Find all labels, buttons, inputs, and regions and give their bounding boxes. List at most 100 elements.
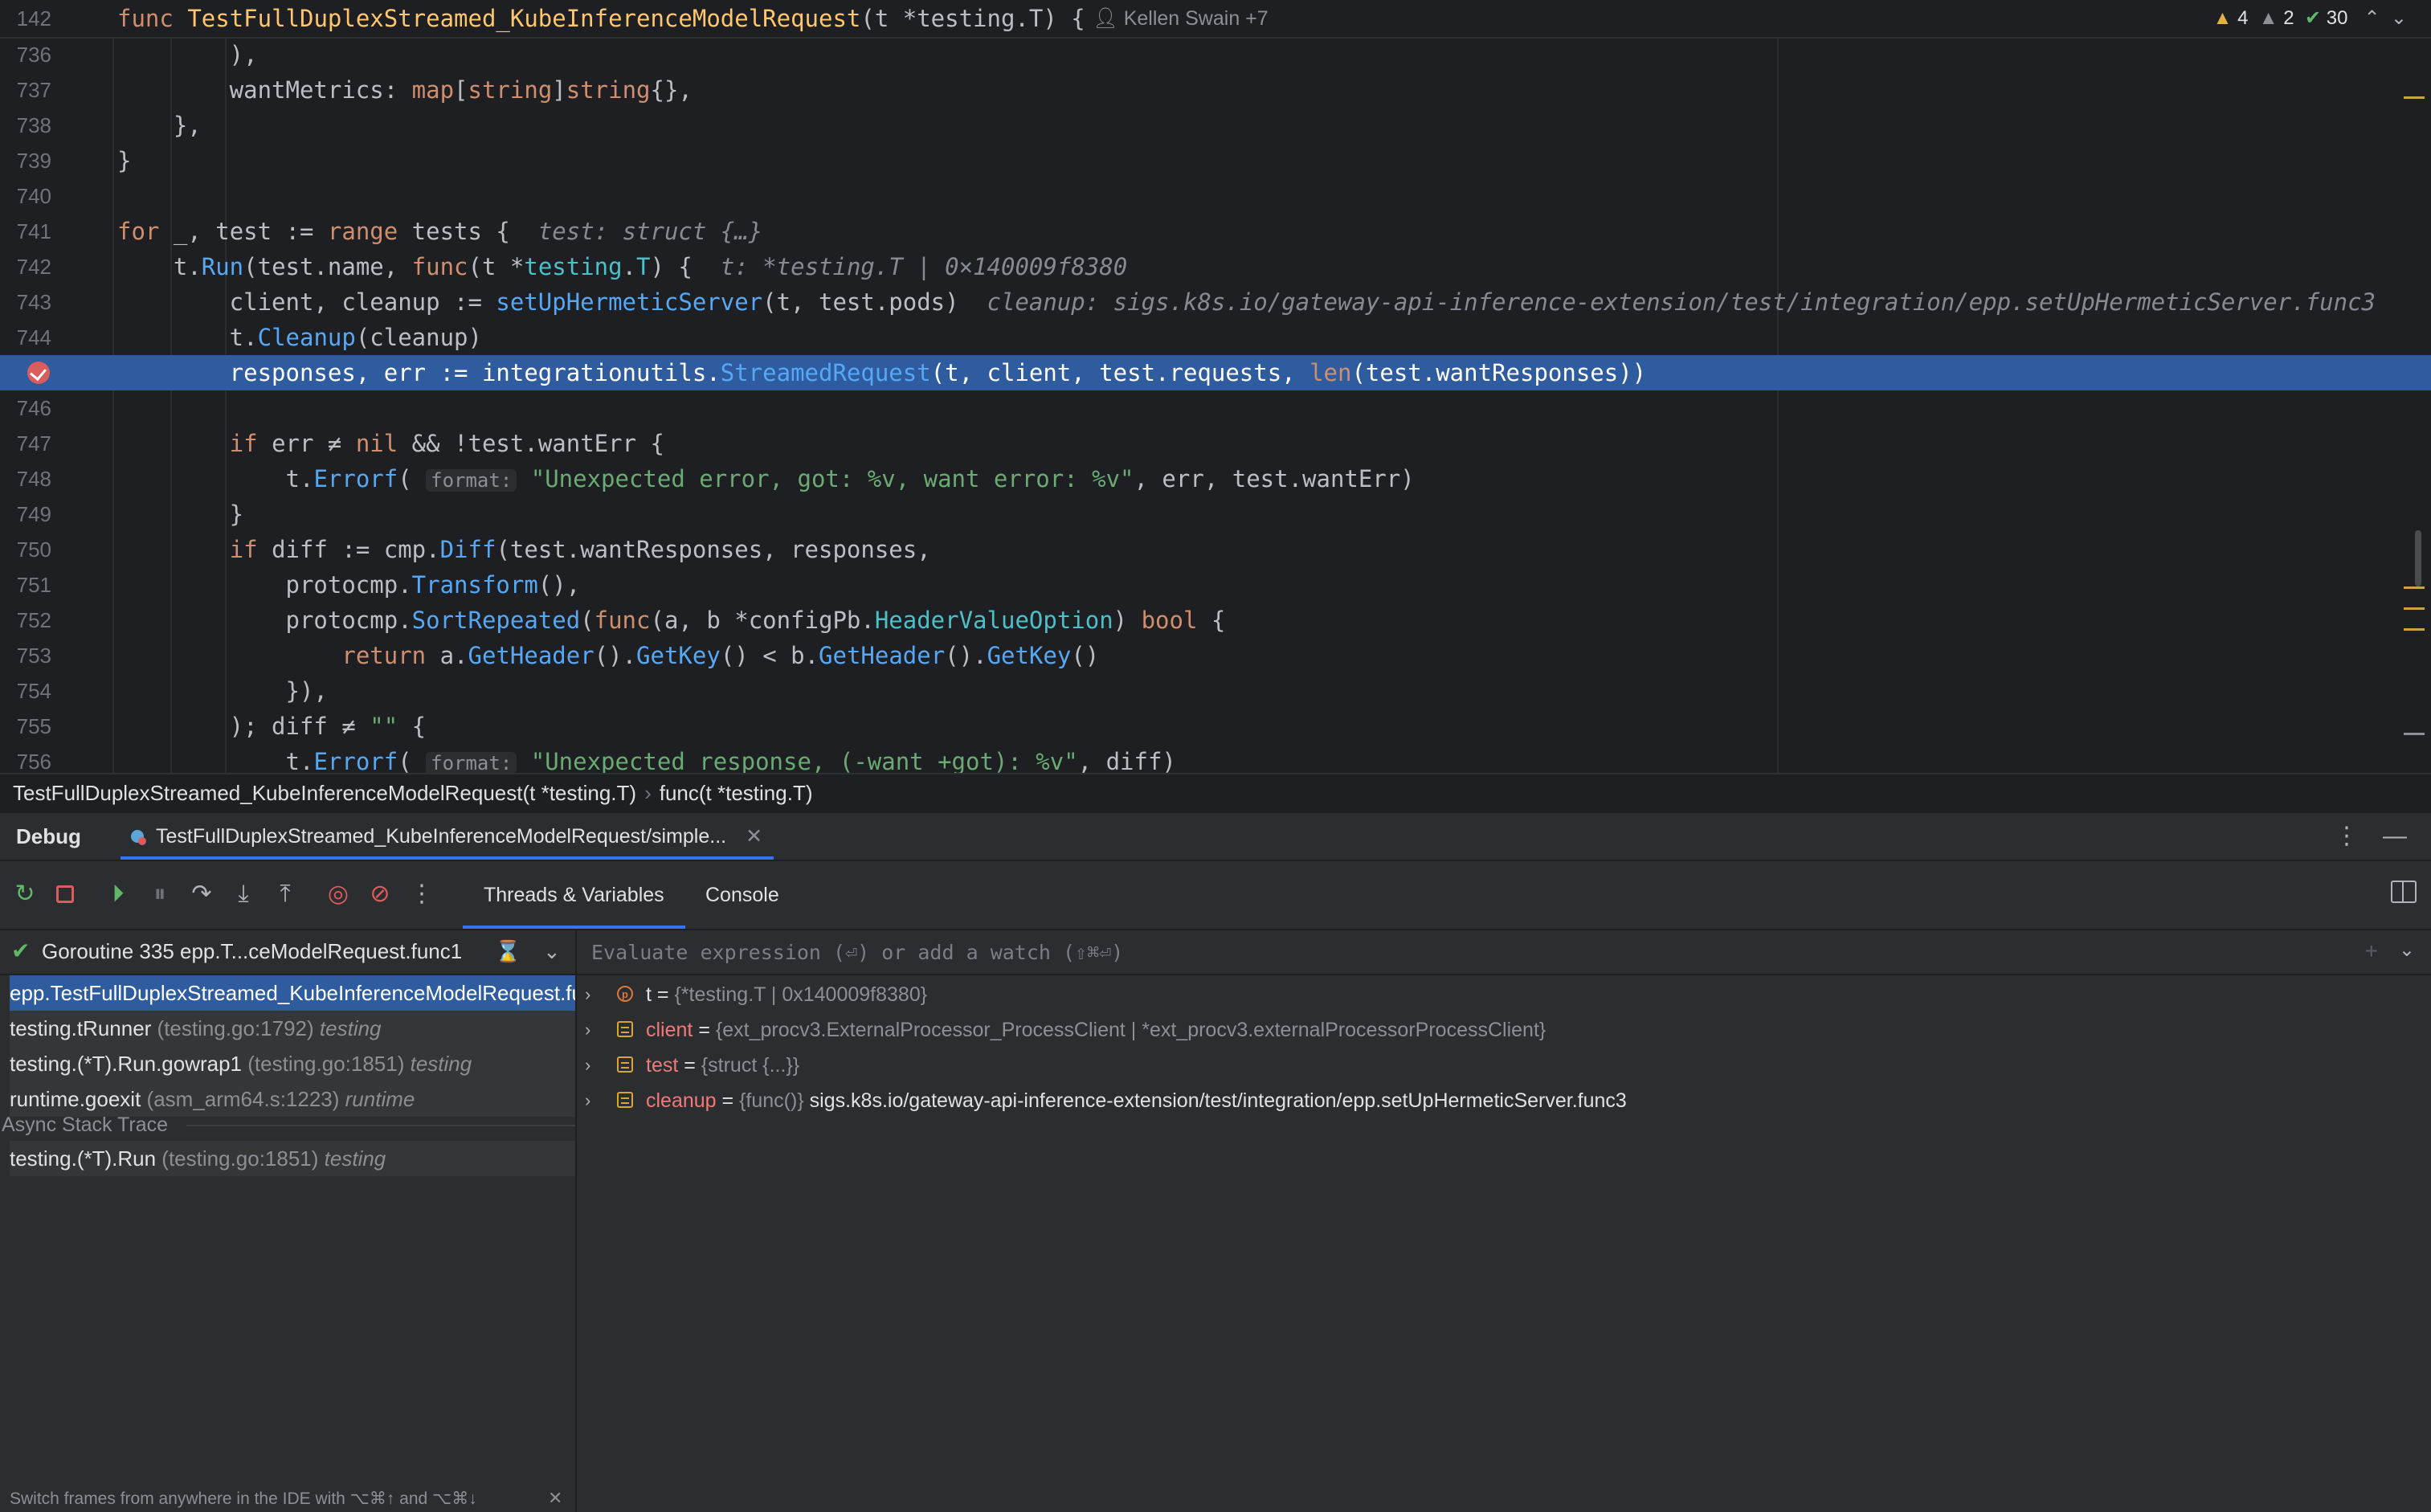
code-text[interactable]: protocmp.Transform(), <box>117 567 581 603</box>
code-line[interactable]: 749 } <box>0 497 2431 532</box>
line-number[interactable]: 747 <box>0 426 51 461</box>
code-editor[interactable]: 142 func TestFullDuplexStreamed_KubeInfe… <box>0 0 2431 773</box>
scroll-marker[interactable] <box>2404 586 2425 589</box>
tab-threads-variables[interactable]: Threads & Variables <box>463 861 685 929</box>
code-text[interactable]: for _, test := range tests { test: struc… <box>117 214 762 249</box>
line-number[interactable]: 749 <box>0 497 51 532</box>
breakpoint-icon[interactable] <box>27 362 50 384</box>
variable-row[interactable]: › test = {struct {...}} <box>577 1048 2431 1083</box>
line-number[interactable]: 746 <box>0 390 51 426</box>
code-line[interactable]: 737 wantMetrics: map[string]string{}, <box>0 72 2431 108</box>
line-number[interactable]: 738 <box>0 108 51 143</box>
code-lines[interactable]: 736 ), 737 wantMetrics: map[string]string… <box>0 37 2431 773</box>
stack-frame[interactable]: testing.(*T).Run (testing.go:1851) testi… <box>10 1141 575 1176</box>
add-watch-icon[interactable]: + <box>2365 938 2378 964</box>
code-line[interactable]: 742 t.Run(test.name, func(t *testing.T) … <box>0 249 2431 284</box>
more-actions-icon[interactable]: ⋮ <box>408 881 435 908</box>
code-text[interactable]: ), <box>117 37 258 72</box>
line-number[interactable]: 743 <box>0 284 51 320</box>
code-text[interactable]: t.Errorf( format: "Unexpected response, … <box>117 744 1176 773</box>
minimize-icon[interactable]: — <box>2383 813 2407 860</box>
variable-row[interactable]: › client = {ext_procv3.ExternalProcessor_… <box>577 1012 2431 1048</box>
code-line-current[interactable]: responses, err := integrationutils.Strea… <box>0 355 2431 390</box>
line-number[interactable]: 739 <box>0 143 51 178</box>
code-line[interactable]: 743 client, cleanup := setUpHermeticServ… <box>0 284 2431 320</box>
scroll-marker[interactable] <box>2404 607 2425 610</box>
line-number[interactable]: 756 <box>0 744 51 773</box>
code-text[interactable]: ); diff ≠ "" { <box>117 709 426 744</box>
code-text[interactable]: wantMetrics: map[string]string{}, <box>117 72 693 108</box>
scroll-marker[interactable] <box>2404 96 2425 99</box>
code-text[interactable]: } <box>117 143 131 178</box>
line-number[interactable]: 754 <box>0 673 51 709</box>
chevron-down-icon[interactable]: ⌄ <box>2399 938 2415 962</box>
step-out-icon[interactable]: ⤒ <box>272 881 299 908</box>
stack-frame[interactable]: testing.tRunner (testing.go:1792) testin… <box>10 1011 575 1046</box>
goroutine-selector[interactable]: ✔ Goroutine 335 epp.T...ceModelRequest.f… <box>0 929 575 975</box>
scroll-marker[interactable] <box>2404 733 2425 735</box>
chevron-right-icon[interactable]: › <box>585 1048 590 1083</box>
code-text[interactable]: t.Cleanup(cleanup) <box>117 320 482 355</box>
variable-row[interactable]: › cleanup = {func()} sigs.k8s.io/gateway-… <box>577 1083 2431 1118</box>
view-breakpoints-icon[interactable]: ◎ <box>325 881 352 908</box>
code-text[interactable]: }, <box>117 108 202 143</box>
line-number[interactable]: 742 <box>0 249 51 284</box>
stack-frame[interactable]: testing.(*T).Run.gowrap1 (testing.go:185… <box>10 1046 575 1081</box>
code-text[interactable]: client, cleanup := setUpHermeticServer(t… <box>117 284 2376 320</box>
code-text[interactable]: return a.GetHeader().GetKey() < b.GetHea… <box>117 638 1099 673</box>
line-number[interactable]: 748 <box>0 461 51 497</box>
evaluate-expression-input[interactable] <box>590 935 2280 969</box>
code-text[interactable]: } <box>117 497 243 532</box>
code-text[interactable]: protocmp.SortRepeated(func(a, b *configP… <box>117 603 1226 638</box>
line-number[interactable]: 741 <box>0 214 51 249</box>
code-line[interactable]: 747 if err ≠ nil && !test.wantErr { <box>0 426 2431 461</box>
code-line[interactable]: 738 }, <box>0 108 2431 143</box>
line-number[interactable]: 744 <box>0 320 51 355</box>
filter-icon[interactable]: ⌛ <box>495 929 521 974</box>
pause-icon[interactable]: ⏸ <box>146 881 174 908</box>
code-line[interactable]: 755 ); diff ≠ "" { <box>0 709 2431 744</box>
code-line[interactable]: 751 protocmp.Transform(), <box>0 567 2431 603</box>
line-number[interactable]: 752 <box>0 603 51 638</box>
code-text[interactable]: if err ≠ nil && !test.wantErr { <box>117 426 664 461</box>
more-options-icon[interactable]: ⋮ <box>2335 813 2359 860</box>
code-line[interactable]: 750 if diff := cmp.Diff(test.wantRespons… <box>0 532 2431 567</box>
line-number[interactable]: 753 <box>0 638 51 673</box>
chevron-up-icon[interactable]: ⌃ <box>2364 7 2380 29</box>
inspection-widget[interactable]: ▲ 4 ▲ 2 ✔ 30 ⌃ ⌄ <box>2213 0 2407 37</box>
line-number[interactable]: 751 <box>0 567 51 603</box>
code-line[interactable]: 746 <box>0 390 2431 426</box>
variable-row[interactable]: › p t = {*testing.T | 0x140009f8380} <box>577 977 2431 1012</box>
code-author-hint[interactable]: 👤︎ Kellen Swain +7 <box>1093 0 1269 37</box>
line-number[interactable]: 755 <box>0 709 51 744</box>
line-number[interactable]: 740 <box>0 178 51 214</box>
code-line[interactable]: 748 t.Errorf( format: "Unexpected error,… <box>0 461 2431 497</box>
code-text[interactable]: responses, err := integrationutils.Strea… <box>117 355 1646 390</box>
debug-session-tab[interactable]: TestFullDuplexStreamed_KubeInferenceMode… <box>121 813 774 860</box>
close-icon[interactable]: ✕ <box>548 1488 562 1509</box>
scroll-marker[interactable] <box>2404 628 2425 631</box>
line-number[interactable]: 750 <box>0 532 51 567</box>
code-text[interactable]: if diff := cmp.Diff(test.wantResponses, … <box>117 532 931 567</box>
breadcrumb-item[interactable]: func(t *testing.T) <box>660 781 813 805</box>
code-line[interactable]: 754 }), <box>0 673 2431 709</box>
editor-scrollbar-thumb[interactable] <box>2415 530 2421 586</box>
line-number[interactable]: 736 <box>0 37 51 72</box>
sticky-function-header[interactable]: 142 func TestFullDuplexStreamed_KubeInfe… <box>0 0 2431 39</box>
code-line[interactable]: 744 t.Cleanup(cleanup) <box>0 320 2431 355</box>
breadcrumb-item[interactable]: TestFullDuplexStreamed_KubeInferenceMode… <box>13 781 636 805</box>
resume-icon[interactable]: ⏵ <box>104 881 132 908</box>
line-number[interactable]: 737 <box>0 72 51 108</box>
code-line[interactable]: 736 ), <box>0 37 2431 72</box>
close-icon[interactable]: ✕ <box>746 825 762 848</box>
chevron-down-icon[interactable]: ⌄ <box>2391 7 2407 29</box>
chevron-down-icon[interactable]: ⌄ <box>543 929 561 974</box>
code-text[interactable]: }), <box>117 673 328 709</box>
stack-frame[interactable]: epp.TestFullDuplexStreamed_KubeInference… <box>10 975 575 1011</box>
step-into-icon[interactable]: ⤓ <box>230 881 257 908</box>
code-line[interactable]: 756 t.Errorf( format: "Unexpected respon… <box>0 744 2431 773</box>
rerun-icon[interactable]: ↻ <box>11 881 39 908</box>
layout-settings-icon[interactable] <box>2391 881 2417 903</box>
code-line[interactable]: 741 for _, test := range tests { test: st… <box>0 214 2431 249</box>
code-text[interactable]: t.Errorf( format: "Unexpected error, got… <box>117 461 1415 498</box>
